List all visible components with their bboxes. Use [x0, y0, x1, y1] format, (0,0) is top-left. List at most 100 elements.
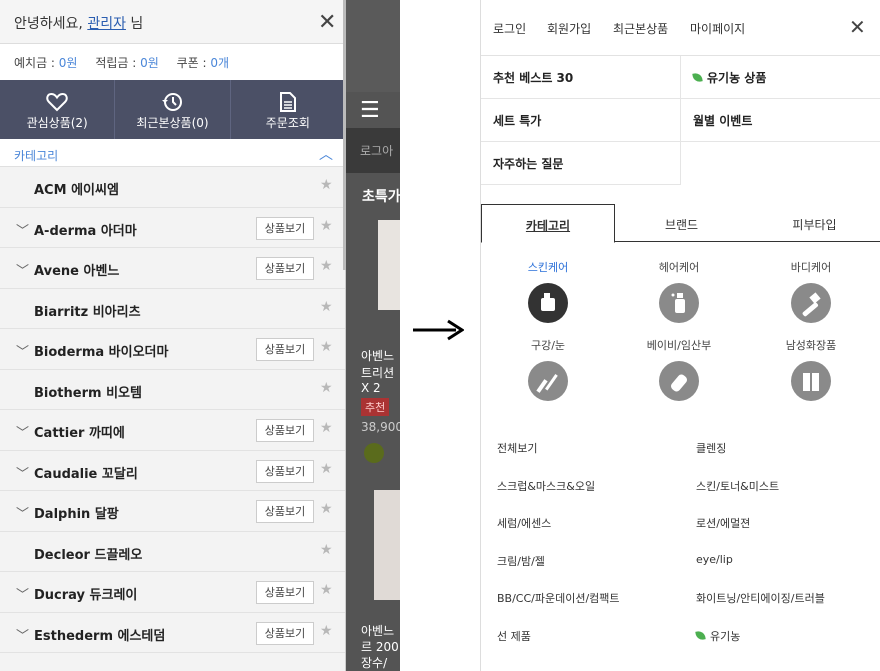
brand-row[interactable]: ﹀ Dalphin 달팡 상품보기 ★: [0, 491, 345, 532]
category-oral-eye[interactable]: 구강/눈: [493, 337, 603, 401]
subcategory-link[interactable]: 전체보기: [497, 440, 537, 456]
brand-name[interactable]: Biotherm 비오템: [34, 382, 142, 401]
star-icon[interactable]: ★: [320, 258, 333, 274]
subcategory-link[interactable]: 세럼/에센스: [497, 515, 551, 531]
star-icon[interactable]: ★: [320, 339, 333, 355]
chevron-down-icon[interactable]: ﹀: [16, 341, 29, 360]
brand-name[interactable]: ACM 에이씨엠: [34, 179, 119, 198]
category-header[interactable]: 카테고리 ︿: [0, 139, 345, 167]
chevron-down-icon[interactable]: ﹀: [16, 503, 29, 522]
star-icon[interactable]: ★: [320, 420, 333, 436]
scrollbar[interactable]: [343, 0, 346, 270]
menu-set-special[interactable]: 세트 특가: [481, 99, 681, 142]
view-products-button[interactable]: 상품보기: [256, 257, 314, 280]
order-lookup-button[interactable]: 주문조회: [231, 80, 345, 139]
subcategory-label: 스킨/토너&미스트: [696, 479, 780, 493]
user-link[interactable]: 관리자: [87, 16, 126, 32]
chevron-down-icon[interactable]: ﹀: [16, 584, 29, 603]
brand-row[interactable]: ﹀ Bioderma 바이오더마 상품보기 ★: [0, 329, 345, 370]
category-bodycare[interactable]: 바디케어: [756, 259, 866, 323]
hamburger-icon[interactable]: ☰: [360, 98, 380, 123]
brand-row[interactable]: ﹀ Avene 아벤느 상품보기 ★: [0, 248, 345, 289]
brand-name[interactable]: Dalphin 달팡: [34, 503, 119, 522]
menu-best30[interactable]: 추천 베스트 30: [481, 56, 681, 99]
view-products-button[interactable]: 상품보기: [256, 338, 314, 361]
star-icon[interactable]: ★: [320, 461, 333, 477]
view-products-button[interactable]: 상품보기: [256, 621, 314, 645]
chevron-down-icon[interactable]: ﹀: [16, 260, 29, 279]
subcategory-link[interactable]: 크림/밤/젤: [497, 553, 545, 569]
brand-row[interactable]: ﹀ Ducray 듀크레이 상품보기 ★: [0, 572, 345, 613]
bg-product-name: 아벤느: [361, 349, 395, 363]
close-icon[interactable]: ✕: [318, 12, 336, 34]
chevron-down-icon[interactable]: ﹀: [16, 463, 29, 482]
mypage-link[interactable]: 마이페이지: [690, 20, 745, 37]
view-products-button[interactable]: 상품보기: [256, 216, 314, 240]
brand-row[interactable]: ﹀ Cattier 까띠에 상품보기 ★: [0, 410, 345, 451]
bg-product-name: 르 200: [361, 640, 399, 654]
subcategory-link[interactable]: 선 제품: [497, 628, 531, 644]
brand-row[interactable]: ﹀ Caudalie 꼬달리 상품보기 ★: [0, 450, 345, 491]
brand-name[interactable]: Biarritz 비아리츠: [34, 301, 141, 320]
star-icon[interactable]: ★: [320, 623, 333, 639]
chevron-down-icon[interactable]: ﹀: [16, 422, 29, 441]
tab-category[interactable]: 카테고리: [481, 204, 615, 243]
view-products-button[interactable]: 상품보기: [256, 459, 314, 483]
star-icon[interactable]: ★: [320, 177, 333, 193]
brand-row[interactable]: Biarritz 비아리츠 ★: [0, 288, 345, 329]
star-icon[interactable]: ★: [320, 218, 333, 234]
chevron-up-icon[interactable]: ︿: [319, 144, 333, 164]
menu-organic[interactable]: 유기농 상품: [681, 56, 880, 99]
category-baby[interactable]: 베이비/임산부: [624, 337, 734, 401]
brand-name[interactable]: Cattier 까띠에: [34, 422, 125, 441]
chevron-down-icon[interactable]: ﹀: [16, 220, 29, 239]
brand-row[interactable]: ACM 에이씨엠 ★: [0, 167, 345, 208]
brand-name[interactable]: Ducray 듀크레이: [34, 584, 137, 603]
star-icon[interactable]: ★: [320, 380, 333, 396]
brand-name[interactable]: Esthederm 에스테덤: [34, 625, 165, 644]
brand-row[interactable]: Biotherm 비오템 ★: [0, 369, 345, 410]
brand-row[interactable]: ﹀ A-derma 아더마 상품보기 ★: [0, 207, 345, 248]
chevron-down-icon[interactable]: ﹀: [16, 625, 29, 644]
category-haircare[interactable]: 헤어케어: [624, 259, 734, 323]
points-value[interactable]: 0원: [140, 56, 159, 70]
view-products-button[interactable]: 상품보기: [256, 500, 314, 523]
recent-button[interactable]: 최근본상품(0): [115, 80, 231, 139]
recent-products-link[interactable]: 최근본상품: [613, 20, 668, 37]
login-link[interactable]: 로그인: [493, 20, 526, 37]
wishlist-button[interactable]: 관심상품(2): [0, 80, 116, 139]
subcategory-link[interactable]: 클렌징: [696, 440, 726, 456]
category-men[interactable]: 남성화장품: [756, 337, 866, 401]
brand-name[interactable]: Bioderma 바이오더마: [34, 341, 168, 360]
subcategory-link[interactable]: BB/CC/파운데이션/컴팩트: [497, 590, 620, 606]
subcategory-link[interactable]: 스크럽&마스크&오일: [497, 478, 595, 494]
view-products-button[interactable]: 상품보기: [256, 419, 314, 442]
tab-brand[interactable]: 브랜드: [615, 204, 748, 242]
document-icon: [279, 92, 296, 112]
menu-monthly-event[interactable]: 월별 이벤트: [681, 99, 880, 142]
brand-row[interactable]: ﹀ Esthederm 에스테덤 상품보기 ★: [0, 612, 345, 653]
deposit-value[interactable]: 0원: [59, 56, 78, 70]
subcategory-link[interactable]: 스킨/토너&미스트: [696, 478, 779, 494]
close-icon[interactable]: ✕: [849, 17, 866, 37]
signup-link[interactable]: 회원가입: [547, 20, 591, 37]
subcategory-link[interactable]: 유기농: [695, 628, 740, 644]
star-icon[interactable]: ★: [320, 501, 333, 517]
subcategory-link[interactable]: 로션/에멀젼: [696, 515, 750, 531]
brand-name[interactable]: A-derma 아더마: [34, 220, 137, 239]
star-icon[interactable]: ★: [320, 299, 333, 315]
star-icon[interactable]: ★: [320, 542, 333, 558]
subcategory-link[interactable]: 화이트닝/안티에이징/트러블: [696, 590, 825, 606]
brand-name[interactable]: Avene 아벤느: [34, 260, 119, 279]
category-skincare[interactable]: 스킨케어: [493, 259, 603, 323]
brand-name[interactable]: Caudalie 꼬달리: [34, 463, 138, 482]
subcategory-link[interactable]: eye/lip: [696, 553, 733, 566]
star-icon[interactable]: ★: [320, 582, 333, 598]
tab-skin-type[interactable]: 피부타입: [748, 204, 880, 242]
menu-faq[interactable]: 자주하는 질문: [481, 142, 681, 185]
view-products-button[interactable]: 상품보기: [256, 581, 314, 604]
brand-row[interactable]: Decleor 드끌레오 ★: [0, 531, 345, 572]
coupon-value[interactable]: 0개: [210, 56, 229, 70]
category-label: 바디케어: [790, 261, 832, 274]
brand-name[interactable]: Decleor 드끌레오: [34, 544, 142, 563]
